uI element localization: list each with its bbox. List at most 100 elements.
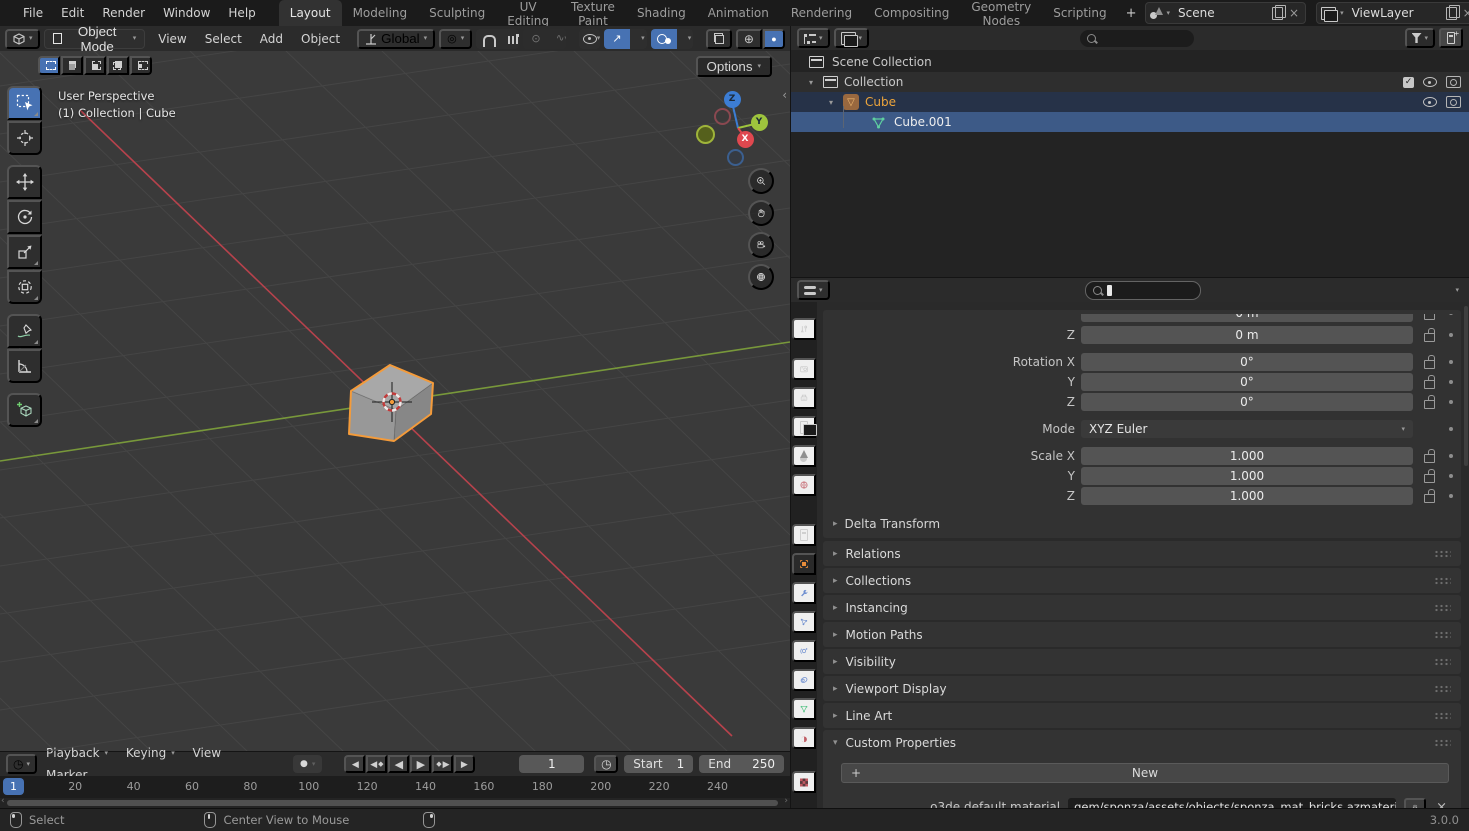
lock-icon[interactable] bbox=[1419, 469, 1439, 483]
panel-header[interactable]: ▸ Relations bbox=[823, 541, 1461, 566]
outliner-row-cube-001[interactable]: Cube.001 bbox=[791, 112, 1469, 132]
outliner-row-cube[interactable]: ▾ ▽ Cube bbox=[791, 92, 1469, 112]
tool-transform[interactable] bbox=[7, 270, 42, 304]
visibility-dropdown[interactable]: ▾ bbox=[579, 29, 600, 49]
editor-type-viewport-button[interactable]: ▾ bbox=[5, 29, 40, 49]
use-preview-range-button[interactable]: ◷ bbox=[594, 755, 618, 773]
zoom-button[interactable] bbox=[748, 168, 774, 194]
hide-eye-icon[interactable] bbox=[1423, 97, 1437, 107]
viewport-canvas[interactable] bbox=[0, 26, 790, 751]
outliner-row-scene-collection[interactable]: Scene Collection bbox=[791, 52, 1469, 72]
timeline-scrollbar-thumb[interactable] bbox=[7, 800, 778, 806]
location-z-field[interactable]: 0 m bbox=[1081, 326, 1413, 344]
panel-grip-icon[interactable] bbox=[1434, 604, 1451, 612]
editor-type-properties-button[interactable]: ▾ bbox=[797, 280, 830, 300]
remove-view-layer-icon[interactable]: × bbox=[1461, 6, 1469, 20]
select-mode-intersect[interactable] bbox=[130, 56, 152, 75]
viewport-menu-item[interactable]: Object bbox=[292, 26, 349, 52]
workspace-tab[interactable]: Scripting bbox=[1042, 0, 1117, 26]
lock-icon[interactable] bbox=[1419, 355, 1439, 369]
lock-icon[interactable] bbox=[1419, 489, 1439, 503]
auto-keying-toggle[interactable]: ●▾ bbox=[293, 755, 322, 773]
shading-wireframe-button[interactable]: ⊕ bbox=[736, 29, 762, 49]
topbar-menu-item[interactable]: Window bbox=[154, 0, 219, 26]
lock-icon[interactable] bbox=[1419, 328, 1439, 342]
outliner-display-mode-button[interactable]: ▾ bbox=[834, 28, 870, 48]
panel-grip-icon[interactable] bbox=[1434, 550, 1451, 558]
mode-select[interactable]: Object Mode ▾ bbox=[44, 29, 146, 49]
panel-grip-icon[interactable] bbox=[1434, 577, 1451, 585]
lock-icon[interactable] bbox=[1419, 395, 1439, 409]
tab-render[interactable] bbox=[792, 358, 816, 380]
tab-material[interactable]: ◑ bbox=[792, 727, 816, 749]
viewport-menu-item[interactable]: Add bbox=[251, 26, 292, 52]
panel-header[interactable]: ▸ Instancing bbox=[823, 595, 1461, 620]
panel-header[interactable]: ▸ Motion Paths bbox=[823, 622, 1461, 647]
animate-dot[interactable] bbox=[1445, 380, 1457, 384]
pan-button[interactable] bbox=[748, 200, 774, 226]
panel-header[interactable]: ▸ Line Art bbox=[823, 703, 1461, 728]
workspace-tab[interactable]: UV Editing bbox=[496, 0, 560, 26]
exclude-checkbox[interactable]: ✓ bbox=[1403, 77, 1414, 88]
delta-transform-header[interactable]: ▸Delta Transform bbox=[823, 512, 1461, 536]
outliner-row-collection[interactable]: ▾ Collection ✓ bbox=[791, 72, 1469, 92]
tab-modifiers[interactable] bbox=[792, 582, 816, 604]
tab-world[interactable] bbox=[792, 474, 816, 496]
gizmos-dropdown[interactable]: ↗ ▾ bbox=[604, 29, 647, 49]
animate-dot[interactable] bbox=[1445, 360, 1457, 364]
tool-annotate[interactable] bbox=[7, 314, 42, 348]
xray-toggle[interactable] bbox=[706, 29, 732, 49]
tool-cursor[interactable] bbox=[7, 121, 42, 155]
topbar-menu-item[interactable]: File bbox=[14, 0, 52, 26]
workspace-tab[interactable]: Modeling bbox=[342, 0, 419, 26]
editor-type-timeline-button[interactable]: ◷▾ bbox=[6, 754, 37, 774]
hide-eye-icon[interactable] bbox=[1423, 77, 1437, 87]
panel-header[interactable]: ▸ Collections bbox=[823, 568, 1461, 593]
properties-options-chevron[interactable]: ▾ bbox=[1455, 287, 1463, 294]
frame-end-field[interactable]: End250 bbox=[699, 755, 784, 773]
previous-keyframe-button[interactable]: ◀◆ bbox=[366, 755, 387, 773]
workspace-tab[interactable]: Sculpting bbox=[418, 0, 496, 26]
snap-to-button[interactable]: ▾ bbox=[502, 29, 519, 49]
tab-tool[interactable] bbox=[792, 318, 816, 340]
viewport-menu-item[interactable]: Select bbox=[196, 26, 251, 52]
gizmo-y-axis[interactable]: Y bbox=[751, 114, 768, 131]
proportional-editing[interactable]: ⊙ ∿▾ bbox=[523, 29, 566, 49]
gizmo-negative-y-axis[interactable] bbox=[696, 125, 715, 144]
timeline-ruler[interactable]: 20406080100120140160180200220240 1 bbox=[0, 776, 790, 798]
scale-field[interactable]: 1.000 bbox=[1081, 447, 1413, 465]
animate-dot[interactable] bbox=[1445, 494, 1457, 498]
outliner-search-input[interactable] bbox=[1080, 30, 1194, 47]
topbar-menu-item[interactable]: Render bbox=[93, 0, 154, 26]
animate-dot[interactable] bbox=[1445, 454, 1457, 458]
tab-object[interactable] bbox=[792, 553, 816, 575]
view-layer-selector[interactable]: ▾ ViewLayer × bbox=[1316, 2, 1469, 24]
select-mode-invert[interactable] bbox=[107, 56, 129, 75]
gizmo-x-axis[interactable]: X bbox=[737, 131, 754, 148]
workspace-tab[interactable]: Animation bbox=[697, 0, 780, 26]
tool-move[interactable] bbox=[7, 165, 42, 199]
timeline-scrollbar[interactable]: ‹ › bbox=[0, 798, 790, 808]
sidebar-collapse-arrow[interactable]: ‹ bbox=[782, 88, 787, 102]
animate-dot[interactable] bbox=[1445, 333, 1457, 337]
current-frame-badge[interactable]: 1 bbox=[3, 778, 24, 795]
scene-selector[interactable]: ▾ Scene × bbox=[1145, 2, 1307, 24]
workspace-tab[interactable]: Texture Paint bbox=[560, 0, 626, 26]
play-button[interactable]: ▶ bbox=[410, 755, 431, 773]
tool-select-box[interactable] bbox=[7, 86, 42, 120]
frame-start-field[interactable]: Start1 bbox=[624, 755, 693, 773]
animate-dot[interactable] bbox=[1445, 400, 1457, 404]
navigation-gizmo[interactable]: Z Y X bbox=[690, 86, 780, 176]
viewport-menu-item[interactable]: View bbox=[149, 26, 195, 52]
current-frame-field[interactable]: 1 bbox=[519, 755, 584, 773]
view-layer-name[interactable]: ViewLayer bbox=[1348, 6, 1442, 20]
new-collection-button[interactable] bbox=[1439, 28, 1463, 48]
lock-icon[interactable] bbox=[1419, 375, 1439, 389]
scene-name[interactable]: Scene bbox=[1174, 6, 1268, 20]
new-property-button[interactable]: + New bbox=[841, 763, 1449, 783]
expand-icon[interactable]: ▾ bbox=[805, 78, 817, 87]
rotation-field[interactable]: 0° bbox=[1081, 393, 1413, 411]
rotation-mode-dropdown[interactable]: XYZ Euler▾ bbox=[1081, 420, 1413, 438]
outliner-filter-button[interactable]: ▾ bbox=[1405, 28, 1436, 48]
workspace-tab[interactable]: Compositing bbox=[863, 0, 960, 26]
